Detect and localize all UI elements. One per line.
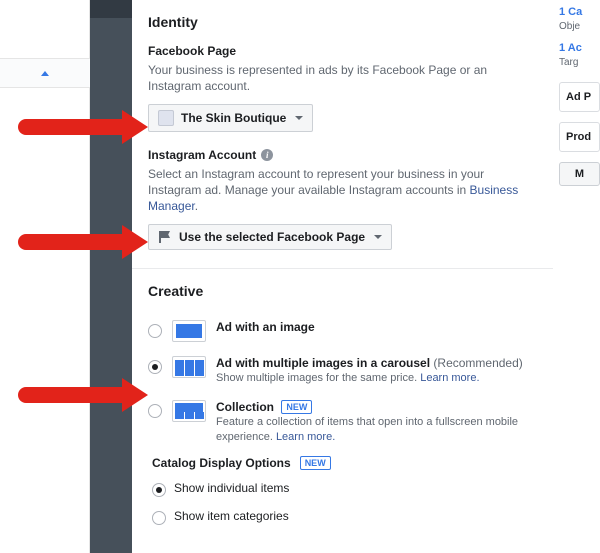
panel-product: Prod <box>559 122 600 152</box>
new-badge: NEW <box>281 400 312 414</box>
section-title-creative: Creative <box>148 283 537 299</box>
radio[interactable] <box>148 360 162 374</box>
info-icon[interactable]: i <box>261 149 273 161</box>
sort-asc-icon <box>41 71 49 76</box>
section-title-identity: Identity <box>148 14 537 30</box>
thumb-carousel-icon <box>172 356 206 378</box>
learn-more-link[interactable]: Learn more. <box>276 431 335 443</box>
radio[interactable] <box>152 483 166 497</box>
stat-adsets[interactable]: 1 AcTarg <box>553 36 600 72</box>
creative-option-title: Ad with multiple images in a carousel (R… <box>216 356 523 370</box>
facebook-page-help: Your business is represented in ads by i… <box>148 62 537 94</box>
radio[interactable] <box>148 404 162 418</box>
thumb-collection-icon <box>172 400 206 422</box>
learn-more-link[interactable]: Learn more. <box>420 372 479 384</box>
facebook-page-label: Facebook Page <box>148 44 537 58</box>
more-button[interactable]: M <box>559 162 600 186</box>
creative-option-title: Collection NEW <box>216 400 312 414</box>
facebook-page-dropdown[interactable]: The Skin Boutique <box>148 104 313 132</box>
instagram-account-selected: Use the selected Facebook Page <box>179 230 365 244</box>
flag-icon <box>158 231 172 243</box>
creative-option-desc: Feature a collection of items that open … <box>216 415 537 445</box>
nav-rail <box>90 0 132 553</box>
catalog-option-individual[interactable]: Show individual items <box>152 474 537 502</box>
ad-settings-form: Identity Facebook Page Your business is … <box>132 0 553 553</box>
new-badge: NEW <box>300 456 331 470</box>
instagram-account-help: Select an Instagram account to represent… <box>148 166 537 214</box>
instagram-account-dropdown[interactable]: Use the selected Facebook Page <box>148 224 392 250</box>
creative-option-carousel[interactable]: Ad with multiple images in a carousel (R… <box>148 349 537 393</box>
nav-rail-active-tab[interactable] <box>90 0 132 18</box>
panel-ad-preview: Ad P <box>559 82 600 112</box>
creative-option-desc: Show multiple images for the same price.… <box>216 371 537 386</box>
collapsed-row[interactable] <box>0 58 90 88</box>
stat-campaigns[interactable]: 1 CaObje <box>553 0 600 36</box>
instagram-account-label: Instagram Account i <box>148 148 537 162</box>
right-sidebar-fragment: 1 CaObje 1 AcTarg Ad P Prod M <box>553 0 600 553</box>
creative-option-title: Ad with an image <box>216 320 315 334</box>
creative-option-image[interactable]: Ad with an image <box>148 313 537 349</box>
radio[interactable] <box>148 324 162 338</box>
left-table-fragment <box>0 0 90 553</box>
page-avatar-icon <box>158 110 174 126</box>
section-divider <box>132 268 553 269</box>
catalog-option-categories[interactable]: Show item categories <box>152 502 537 530</box>
thumb-single-image-icon <box>172 320 206 342</box>
creative-option-collection[interactable]: Collection NEW Feature a collection of i… <box>148 393 537 452</box>
radio[interactable] <box>152 511 166 525</box>
catalog-display-label: Catalog Display Options NEW <box>152 456 537 470</box>
chevron-down-icon <box>295 116 303 120</box>
chevron-down-icon <box>374 235 382 239</box>
facebook-page-selected: The Skin Boutique <box>181 111 286 125</box>
